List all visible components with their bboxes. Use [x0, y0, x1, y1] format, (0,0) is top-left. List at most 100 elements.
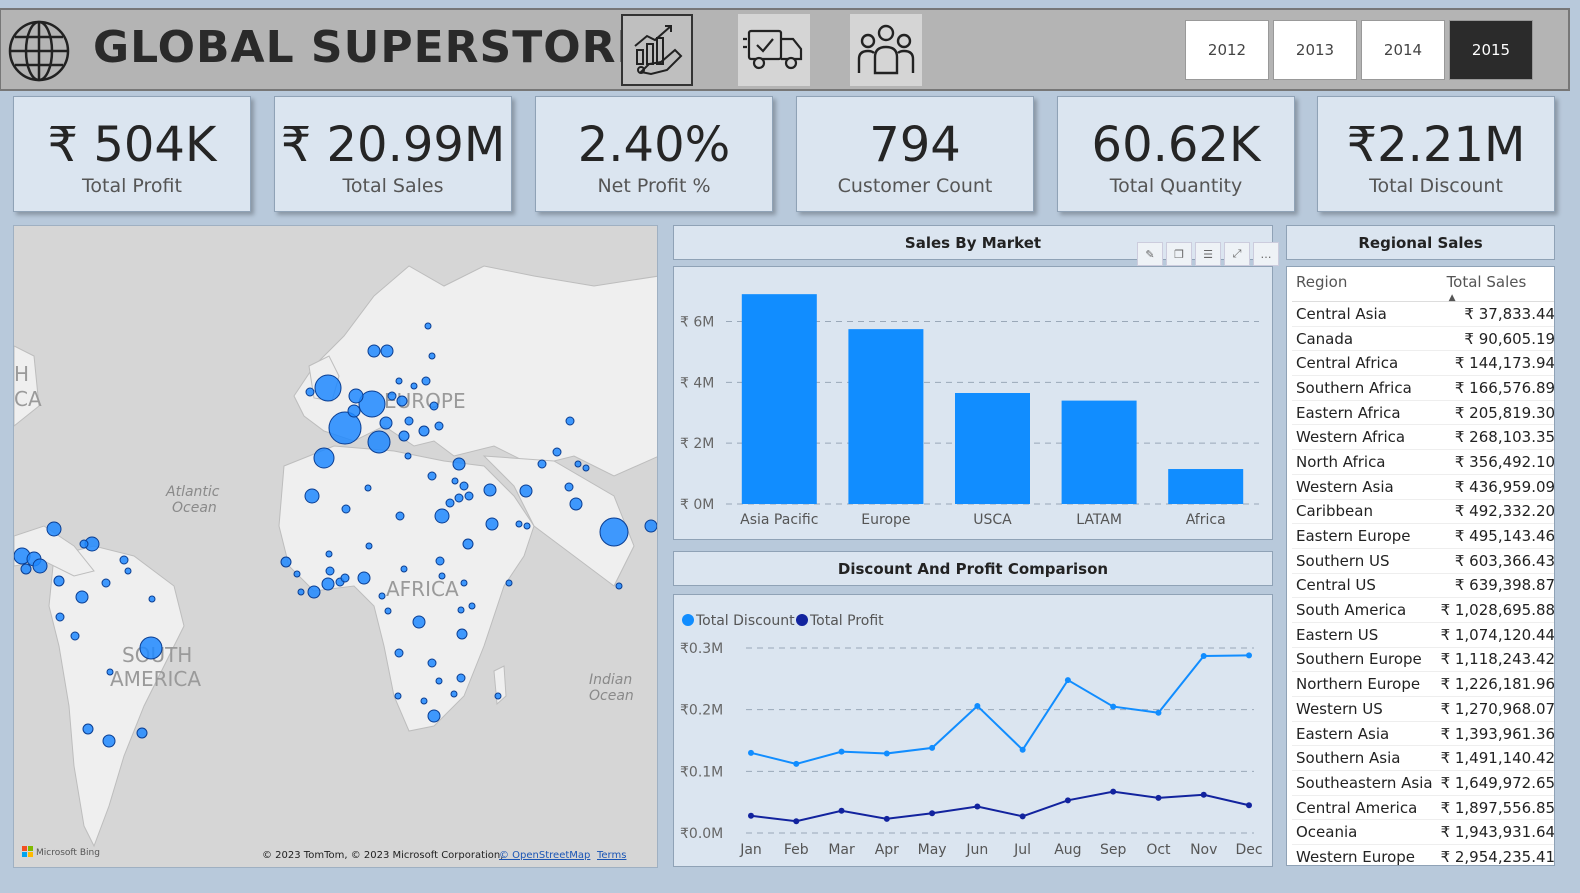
- filter-icon[interactable]: ☰: [1195, 242, 1221, 266]
- table-row[interactable]: Oceania ₹ 1,943,931.64: [1292, 819, 1554, 846]
- bar-africa[interactable]: [1168, 469, 1244, 504]
- table-row[interactable]: Western US ₹ 1,270,968.07: [1292, 696, 1554, 722]
- data-point[interactable]: [974, 702, 981, 709]
- terms-link[interactable]: Terms: [596, 850, 626, 861]
- data-point[interactable]: [838, 748, 845, 755]
- table-row[interactable]: Central America ₹ 1,897,556.85: [1292, 795, 1554, 821]
- data-point[interactable]: [1246, 652, 1252, 659]
- table-row[interactable]: North Africa ₹ 356,492.10: [1292, 449, 1554, 475]
- table-row[interactable]: Western Asia ₹ 436,959.09: [1292, 474, 1554, 500]
- map-label-ocean-2: Ocean: [589, 688, 634, 704]
- focus-mode-icon[interactable]: ⤢: [1224, 242, 1250, 266]
- data-point[interactable]: [929, 744, 936, 751]
- bar-usca[interactable]: [955, 393, 1030, 504]
- year-button-2015[interactable]: 2015: [1449, 20, 1533, 80]
- table-row[interactable]: Southern Asia ₹ 1,491,140.42: [1292, 745, 1554, 772]
- data-point[interactable]: [1200, 653, 1207, 660]
- data-point[interactable]: [1064, 797, 1071, 804]
- table-row[interactable]: Canada ₹ 90,605.19: [1292, 326, 1554, 352]
- table-row[interactable]: Northern Europe ₹ 1,226,181.96: [1292, 671, 1554, 697]
- table-row[interactable]: Southern Africa ₹ 166,576.89: [1292, 375, 1554, 401]
- data-point[interactable]: [748, 812, 754, 819]
- data-point[interactable]: [929, 810, 936, 817]
- globe-icon: [8, 20, 70, 82]
- region-cell: Western Asia: [1292, 474, 1437, 500]
- bar-asia-pacific[interactable]: [741, 294, 817, 504]
- data-point[interactable]: [1155, 709, 1162, 716]
- openstreetmap-link[interactable]: © OpenStreetMap: [499, 850, 590, 861]
- data-point[interactable]: [793, 760, 800, 767]
- data-point[interactable]: [1110, 703, 1117, 710]
- year-button-2012[interactable]: 2012: [1185, 20, 1269, 80]
- table-row[interactable]: South America ₹ 1,028,695.88: [1292, 597, 1554, 623]
- kpi-card-total-sales[interactable]: ₹ 20.99M Total Sales: [274, 96, 512, 212]
- legend-marker: [796, 614, 808, 626]
- year-button-2014[interactable]: 2014: [1361, 20, 1445, 80]
- table-row[interactable]: Western Europe ₹ 2,954,235.41: [1292, 844, 1554, 865]
- data-point[interactable]: [1155, 794, 1162, 801]
- column-header-region[interactable]: Region: [1292, 267, 1437, 302]
- data-point[interactable]: [1246, 802, 1252, 809]
- regional-sales-table[interactable]: Region Total Sales ▲ Central Asia ₹ 37,83…: [1286, 266, 1555, 866]
- data-point[interactable]: [1019, 813, 1026, 820]
- map-canvas[interactable]: EUROPE AFRICA SOUTH AMERICA H CA Atlanti…: [14, 226, 658, 868]
- x-tick-label: Africa: [1186, 512, 1226, 528]
- bar-latam[interactable]: [1061, 400, 1137, 504]
- table-row[interactable]: Central US ₹ 639,398.87: [1292, 573, 1554, 599]
- table-row[interactable]: Eastern Europe ₹ 495,143.46: [1292, 523, 1554, 549]
- data-point[interactable]: [883, 750, 890, 757]
- legend-label[interactable]: Total Discount: [695, 613, 795, 629]
- map-label-edge-2: CA: [14, 387, 42, 411]
- kpi-card-total-quantity[interactable]: 60.62K Total Quantity: [1057, 96, 1295, 212]
- kpi-card-total-profit[interactable]: ₹ 504K Total Profit: [13, 96, 251, 212]
- sales-map[interactable]: EUROPE AFRICA SOUTH AMERICA H CA Atlanti…: [13, 225, 658, 868]
- copy-icon[interactable]: ❐: [1166, 242, 1192, 266]
- region-cell: Central Africa: [1292, 350, 1437, 377]
- y-tick-label: ₹ 6M: [680, 315, 714, 331]
- table-row[interactable]: Southern Europe ₹ 1,118,243.42: [1292, 647, 1554, 673]
- more-options-icon[interactable]: …: [1253, 242, 1279, 266]
- region-cell: Southern US: [1292, 548, 1437, 574]
- data-point[interactable]: [1110, 788, 1117, 795]
- data-point[interactable]: [974, 803, 981, 810]
- bar-europe[interactable]: [848, 329, 924, 504]
- y-tick-label: ₹ 2M: [680, 436, 714, 452]
- series-line-total-profit[interactable]: [750, 790, 1250, 823]
- total-sales-cell: ₹ 1,118,243.42: [1436, 647, 1554, 673]
- table-row[interactable]: Central Asia ₹ 37,833.44: [1292, 301, 1554, 327]
- region-cell: Southern Europe: [1292, 647, 1437, 673]
- data-point[interactable]: [1200, 791, 1207, 798]
- year-button-2013[interactable]: 2013: [1273, 20, 1357, 80]
- table-row[interactable]: Western Africa ₹ 268,103.35: [1292, 424, 1554, 451]
- table-row[interactable]: Caribbean ₹ 492,332.20: [1292, 499, 1554, 525]
- discount-profit-chart[interactable]: ₹0.0M ₹0.1M ₹0.2M ₹0.3M Jan Feb Mar Apr May Jun Ju…: [673, 594, 1273, 867]
- kpi-card-total-discount[interactable]: ₹2.21M Total Discount: [1317, 96, 1555, 212]
- table-row[interactable]: Central Africa ₹ 144,173.94: [1292, 350, 1554, 377]
- table-row[interactable]: Eastern US ₹ 1,074,120.44: [1292, 622, 1554, 648]
- table-row[interactable]: Southern US ₹ 603,366.43: [1292, 548, 1554, 574]
- total-sales-cell: ₹ 1,649,972.65: [1436, 770, 1554, 796]
- people-group-icon[interactable]: [850, 14, 922, 86]
- data-point[interactable]: [1064, 677, 1071, 684]
- growth-chart-icon[interactable]: [621, 14, 693, 86]
- legend-label[interactable]: Total Profit: [809, 613, 884, 629]
- x-tick-label: Asia Pacific: [740, 512, 818, 528]
- sales-by-market-chart[interactable]: ₹ 0M ₹ 2M ₹ 4M ₹ 6M Asia Pacific Europe USCA LA…: [673, 266, 1273, 540]
- kpi-card-net-profit[interactable]: 2.40% Net Profit %: [535, 96, 773, 212]
- data-point[interactable]: [1019, 746, 1026, 753]
- total-sales-cell: ₹ 1,393,961.36: [1436, 721, 1554, 747]
- regional-sales-title: Regional Sales: [1286, 225, 1555, 260]
- delivery-truck-icon[interactable]: [738, 14, 810, 86]
- column-header-total-sales[interactable]: Total Sales ▲: [1436, 267, 1554, 303]
- x-tick-label: Jul: [1013, 842, 1031, 858]
- data-point[interactable]: [883, 815, 890, 822]
- data-point[interactable]: [838, 807, 845, 814]
- table-row[interactable]: Eastern Asia ₹ 1,393,961.36: [1292, 721, 1554, 747]
- pin-icon[interactable]: ✎: [1137, 242, 1163, 266]
- table-row[interactable]: Eastern Africa ₹ 205,819.30: [1292, 400, 1554, 426]
- map-label-europe: EUROPE: [384, 389, 466, 413]
- kpi-card-customer-count[interactable]: 794 Customer Count: [796, 96, 1034, 212]
- data-point[interactable]: [793, 818, 800, 825]
- table-row[interactable]: Southeastern Asia ₹ 1,649,972.65: [1292, 770, 1554, 796]
- data-point[interactable]: [748, 749, 754, 756]
